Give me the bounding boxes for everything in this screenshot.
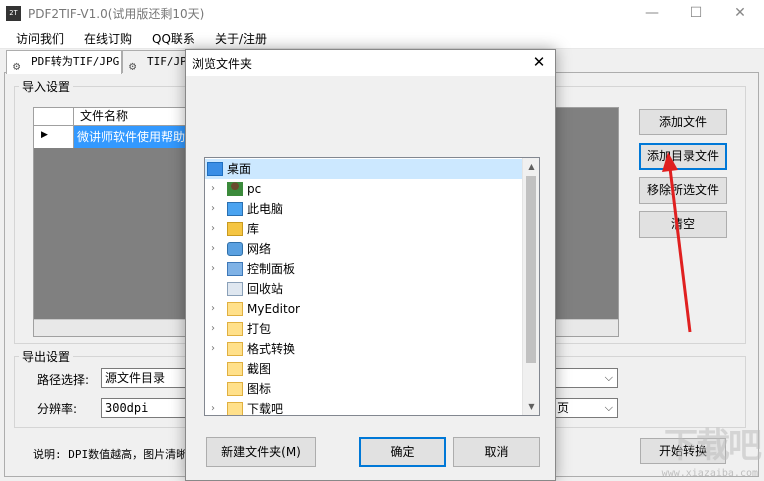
cancel-button[interactable]: 取消 xyxy=(453,437,540,467)
import-settings-label: 导入设置 xyxy=(19,78,74,95)
chevron-right-icon[interactable]: › xyxy=(211,179,221,199)
tree-item-label: 回收站 xyxy=(247,282,284,296)
chevron-right-icon[interactable]: › xyxy=(211,259,221,279)
tree-item-label: 截图 xyxy=(247,362,272,376)
tree-item[interactable]: 桌面 xyxy=(205,159,523,179)
export-settings-label: 导出设置 xyxy=(19,348,74,365)
folder-icon xyxy=(227,362,243,376)
dialog-title-bar: 浏览文件夹 ✕ xyxy=(186,50,555,76)
tree-item-label: 打包 xyxy=(247,322,272,336)
tree-item[interactable]: › pc xyxy=(205,179,523,199)
tree-item-label: 格式转换 xyxy=(247,342,296,356)
tree-item-label: 库 xyxy=(247,222,260,236)
resolution-label: 分辨率: xyxy=(37,402,78,416)
add-file-button[interactable]: 添加文件 xyxy=(639,109,727,135)
tree-item-label: 桌面 xyxy=(227,162,252,176)
tree-item[interactable]: › 库 xyxy=(205,219,523,239)
gear-icon: ⚙ xyxy=(13,59,21,73)
tree-item[interactable]: › 控制面板 xyxy=(205,259,523,279)
user-icon xyxy=(227,182,243,196)
folder-icon xyxy=(227,302,243,316)
menu-order-online[interactable]: 在线订购 xyxy=(84,30,132,47)
tree-item-label: 图标 xyxy=(247,382,272,396)
folder-tree[interactable]: 桌面 › pc › 此电脑 › 库 › 网络 › 控制面板 回收站 › MyEditor › 打包 › 格式转换截… xyxy=(204,157,540,416)
annotation-arrow xyxy=(662,152,692,333)
hint-text: 说明: DPI数值越高，图片清晰 xyxy=(33,448,188,461)
desktop-icon xyxy=(207,162,223,176)
watermark-url: www.xiazaiba.com xyxy=(661,468,758,479)
tree-item[interactable]: › 格式转换 xyxy=(205,339,523,359)
chevron-right-icon[interactable]: › xyxy=(211,299,221,319)
scroll-up-icon[interactable]: ▲ xyxy=(523,158,539,175)
chevron-right-icon[interactable]: › xyxy=(211,319,221,339)
browse-folder-dialog: 浏览文件夹 ✕ 桌面 › pc › 此电脑 › 库 › 网络 › 控制面板 回收站 › MyEditor ›… xyxy=(185,49,556,481)
tree-item[interactable]: 回收站 xyxy=(205,279,523,299)
tree-item-label: 此电脑 xyxy=(247,202,284,216)
window-title: PDF2TIF-V1.0(试用版还剩10天) xyxy=(28,7,205,21)
maximize-button[interactable]: ☐ xyxy=(674,0,718,27)
folder-icon xyxy=(227,322,243,336)
tree-item-label: 下载吧 xyxy=(247,402,284,416)
page-option-value: 页 xyxy=(557,401,570,415)
tree-item[interactable]: › 打包 xyxy=(205,319,523,339)
folder-icon xyxy=(227,402,243,415)
tree-item-label: pc xyxy=(247,182,262,196)
menu-bar: 访问我们 在线订购 QQ联系 关于/注册 xyxy=(0,27,764,49)
chevron-right-icon[interactable]: › xyxy=(211,399,221,415)
computer-icon xyxy=(227,202,243,216)
menu-about-register[interactable]: 关于/注册 xyxy=(215,30,267,47)
table-row[interactable]: 微讲师软件使用帮助 xyxy=(74,126,194,148)
tree-vertical-scrollbar[interactable]: ▲ ▼ xyxy=(522,158,539,415)
path-select-value: 源文件目录 xyxy=(105,371,166,385)
chevron-right-icon[interactable]: › xyxy=(211,219,221,239)
minimize-button[interactable]: — xyxy=(630,0,674,27)
resolution-select-value: 300dpi xyxy=(105,401,149,415)
folder-icon xyxy=(227,382,243,396)
chevron-right-icon[interactable]: › xyxy=(211,339,221,359)
tree-item-label: 控制面板 xyxy=(247,262,296,276)
window-close-button[interactable]: ✕ xyxy=(718,0,762,27)
ok-button[interactable]: 确定 xyxy=(359,437,446,467)
grid-row-indicator: ▶ xyxy=(34,126,74,148)
network-icon xyxy=(227,242,243,256)
chevron-right-icon[interactable]: › xyxy=(211,199,221,219)
library-icon xyxy=(227,222,243,236)
row-pointer-icon: ▶ xyxy=(41,130,48,140)
menu-qq-contact[interactable]: QQ联系 xyxy=(152,30,195,47)
tree-item[interactable]: 图标 xyxy=(205,379,523,399)
tab-pdf-to-tif[interactable]: ⚙ PDF转为TIF/JPG xyxy=(6,50,122,74)
dialog-close-button[interactable]: ✕ xyxy=(529,52,549,72)
menu-visit-us[interactable]: 访问我们 xyxy=(16,30,64,47)
watermark-logo: 下载吧 xyxy=(664,426,762,466)
folder-icon xyxy=(227,342,243,356)
grid-column-header[interactable]: 文件名称 xyxy=(74,108,194,126)
title-bar: 2T PDF2TIF-V1.0(试用版还剩10天) — ☐ ✕ xyxy=(0,0,764,27)
tree-item[interactable]: › 网络 xyxy=(205,239,523,259)
dialog-title: 浏览文件夹 xyxy=(192,57,253,71)
tree-item[interactable]: › MyEditor xyxy=(205,299,523,319)
app-icon: 2T xyxy=(6,6,21,21)
tree-item[interactable]: 截图 xyxy=(205,359,523,379)
tab-label: PDF转为TIF/JPG xyxy=(31,55,120,68)
resolution-select[interactable]: 300dpi xyxy=(101,398,191,418)
gear-icon: ⚙ xyxy=(129,59,137,73)
path-label: 路径选择: xyxy=(37,373,90,387)
chevron-down-icon: ⌵ xyxy=(604,401,613,414)
scroll-thumb[interactable] xyxy=(526,176,536,363)
chevron-right-icon[interactable]: › xyxy=(211,239,221,259)
control-panel-icon xyxy=(227,262,243,276)
chevron-down-icon: ⌵ xyxy=(604,371,613,384)
tree-item[interactable]: › 下载吧 xyxy=(205,399,523,416)
new-folder-button[interactable]: 新建文件夹(M) xyxy=(206,437,316,467)
grid-corner xyxy=(34,108,74,126)
scroll-down-icon[interactable]: ▼ xyxy=(523,398,539,415)
recycle-bin-icon xyxy=(227,282,243,296)
tree-item-label: 网络 xyxy=(247,242,272,256)
tree-item[interactable]: › 此电脑 xyxy=(205,199,523,219)
tree-item-label: MyEditor xyxy=(247,302,300,316)
